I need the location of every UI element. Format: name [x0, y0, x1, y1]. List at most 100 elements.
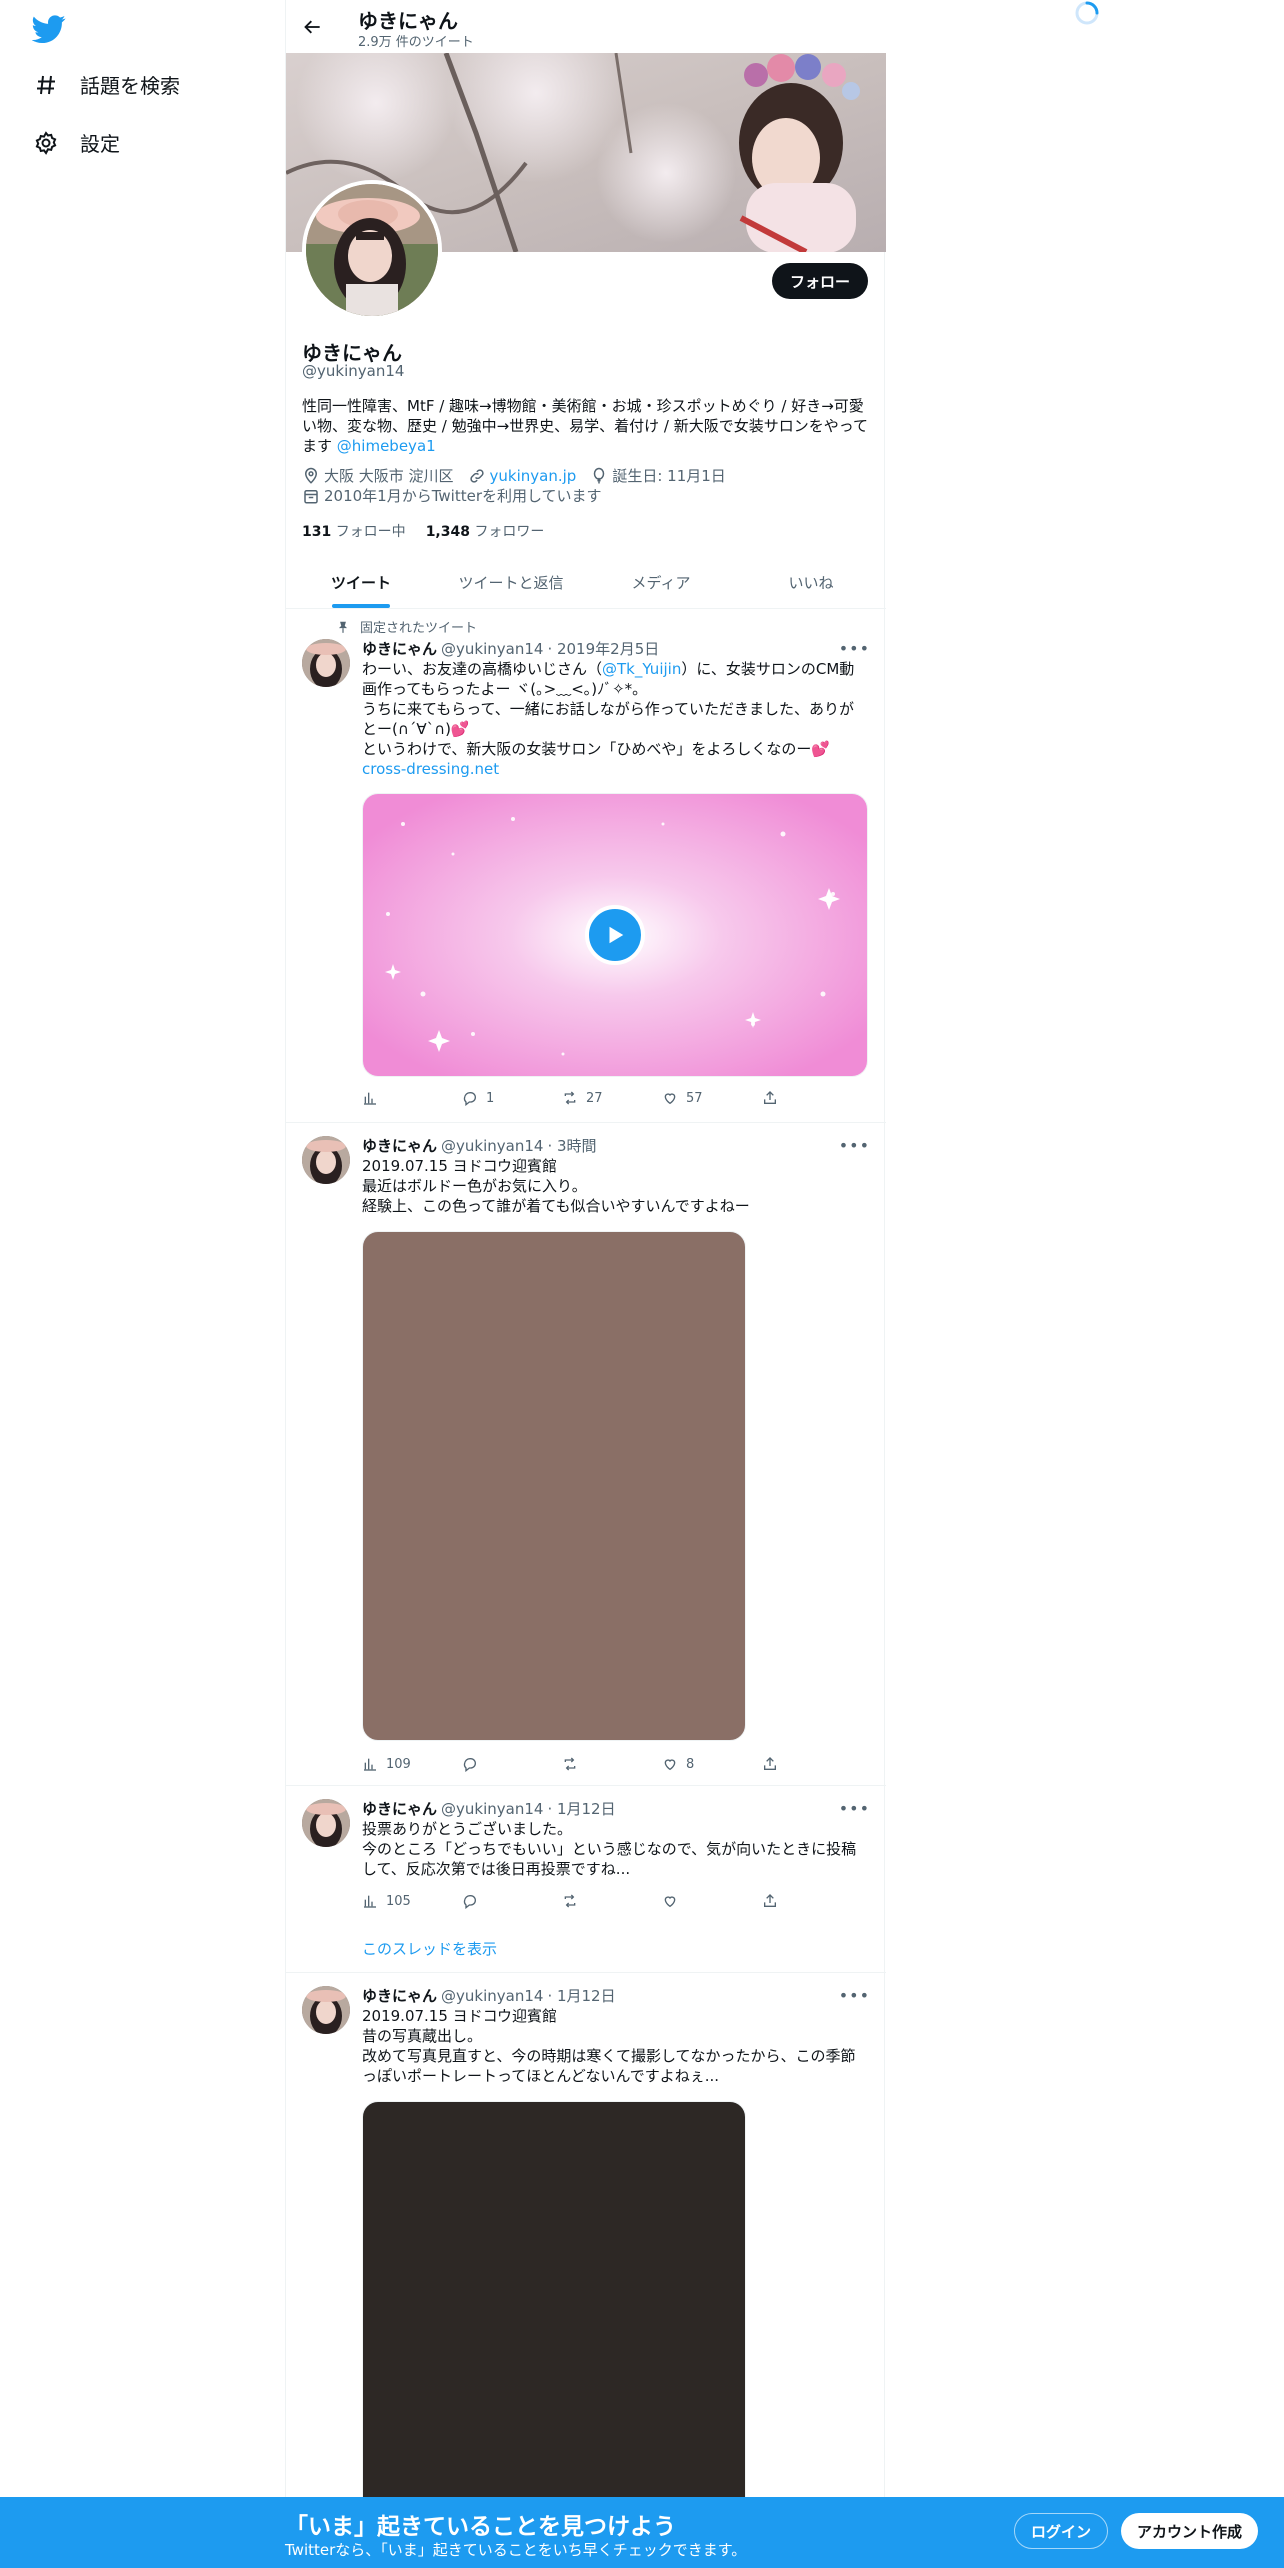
gear-icon: [32, 129, 60, 157]
reply-icon: [463, 1894, 476, 1909]
tweet-pinned[interactable]: 固定されたツイート ••• ゆきにゃん @yukinyan14 · 2019年2…: [286, 609, 886, 1123]
tweet-author-handle[interactable]: @yukinyan14: [441, 1800, 543, 1818]
reply-action[interactable]: 1: [462, 1090, 546, 1106]
tweet-text: 2019.07.15 ヨドコウ迎賓館 最近はボルドー色がお気に入り。 経験上、こ…: [362, 1157, 750, 1215]
tweet-time[interactable]: · 2019年2月5日: [547, 638, 659, 659]
tweet-time[interactable]: · 3時間: [547, 1135, 596, 1156]
views-action[interactable]: 105: [362, 1893, 446, 1909]
tweet-url-link[interactable]: cross-dressing.net: [362, 760, 499, 778]
signup-banner: 「いま」起きていることを見つけよう Twitterなら、「いま」起きていることを…: [0, 2497, 1284, 2568]
location-pin-icon: [304, 467, 318, 484]
profile-website[interactable]: yukinyan.jp: [468, 466, 577, 486]
tweet-time[interactable]: · 1月12日: [547, 1798, 615, 1819]
retweet-action[interactable]: 27: [562, 1090, 646, 1106]
followers-stat[interactable]: 1,348 フォロワー: [426, 521, 545, 541]
page: 話題を検索 設定 ゆきにゃん 2.9万 件のツイート フォロー ゆきにゃん @y…: [0, 0, 1284, 2568]
tweet-item[interactable]: ••• ゆきにゃん @yukinyan14 · 1月12日 投票ありがとうござい…: [286, 1787, 886, 1973]
tab-media[interactable]: メディア: [586, 556, 736, 608]
tweet-text: 投票ありがとうございました。 今のところ「どっちでもいい」という感じなので、気が…: [362, 1820, 857, 1878]
retweet-icon: [564, 1091, 576, 1105]
back-arrow-icon[interactable]: [298, 12, 328, 42]
tweet-video[interactable]: [362, 793, 868, 1077]
heart-icon: [664, 1896, 676, 1908]
tweet-author-name[interactable]: ゆきにゃん: [362, 1135, 437, 1156]
tab-tweets-replies[interactable]: ツイートと返信: [436, 556, 586, 608]
like-action[interactable]: 8: [662, 1756, 746, 1772]
retweet-icon: [564, 1894, 576, 1908]
reply-icon: [463, 1757, 476, 1772]
tweet-author-handle[interactable]: @yukinyan14: [441, 1137, 543, 1155]
share-icon: [764, 1091, 776, 1104]
share-action[interactable]: [762, 1756, 782, 1772]
left-nav: 話題を検索 設定: [0, 0, 285, 2568]
profile-header-bar: ゆきにゃん 2.9万 件のツイート: [286, 0, 886, 53]
balloon-icon: [594, 467, 605, 484]
tweet-mention-link[interactable]: @Tk_Yuijin: [602, 660, 681, 678]
nav-settings-label: 設定: [80, 132, 120, 156]
follow-stats: 131 フォロー中 1,348 フォロワー: [302, 521, 544, 541]
follow-button[interactable]: フォロー: [771, 263, 868, 299]
tweet-item[interactable]: ••• ゆきにゃん @yukinyan14 · 1月12日 2019.07.15…: [286, 1974, 886, 2568]
header-tweet-count: 2.9万 件のツイート: [358, 35, 474, 50]
retweet-action[interactable]: [562, 1756, 646, 1772]
bio-mention-link[interactable]: @himebeya1: [337, 437, 436, 455]
tweet-photo[interactable]: [362, 1231, 746, 1741]
following-stat[interactable]: 131 フォロー中: [302, 521, 406, 541]
reply-action[interactable]: [462, 1893, 546, 1909]
birthday-text: 誕生日: 11月1日: [612, 467, 726, 485]
website-link[interactable]: yukinyan.jp: [490, 466, 577, 486]
show-thread-link[interactable]: このスレッドを表示: [362, 1938, 497, 1959]
nav-explore[interactable]: 話題を検索: [32, 70, 180, 99]
analytics-icon: [364, 1895, 376, 1908]
tweet-author-name[interactable]: ゆきにゃん: [362, 638, 437, 659]
tweet-header: ゆきにゃん @yukinyan14 · 2019年2月5日: [362, 638, 870, 659]
tab-tweets[interactable]: ツイート: [286, 556, 436, 608]
tweet-actions: 109 8: [362, 1756, 782, 1772]
tweet-avatar[interactable]: [302, 1136, 350, 1184]
tweet-author-name[interactable]: ゆきにゃん: [362, 1798, 437, 1819]
share-icon: [764, 1894, 776, 1907]
nav-settings[interactable]: 設定: [32, 128, 120, 157]
signup-button[interactable]: アカウント作成: [1121, 2513, 1259, 2549]
like-action[interactable]: [662, 1893, 746, 1909]
profile-handle: @yukinyan14: [302, 362, 405, 380]
share-icon: [764, 1757, 776, 1770]
views-action[interactable]: 109: [362, 1756, 446, 1772]
like-action[interactable]: 57: [662, 1090, 746, 1106]
tweet-body: ゆきにゃん @yukinyan14 · 1月12日 2019.07.15 ヨドコ…: [362, 1985, 870, 2086]
share-action[interactable]: [762, 1090, 782, 1106]
hashtag-icon: [32, 71, 60, 99]
profile-location: 大阪 大阪市 淀川区: [302, 466, 454, 486]
main-column: ゆきにゃん 2.9万 件のツイート フォロー ゆきにゃん @yukinyan14…: [285, 0, 886, 2568]
profile-bio: 性同一性障害、MtF / 趣味→博物館・美術館・お城・珍スポットめぐり / 好き…: [302, 396, 870, 456]
tweet-header: ゆきにゃん @yukinyan14 · 1月12日: [362, 1798, 870, 1819]
retweet-icon: [564, 1757, 576, 1771]
calendar-icon: [304, 490, 318, 504]
tweet-avatar[interactable]: [302, 1799, 350, 1847]
views-action[interactable]: [362, 1090, 446, 1106]
location-text: 大阪 大阪市 淀川区: [324, 467, 454, 485]
signup-banner-title: 「いま」起きていることを見つけよう: [285, 2514, 676, 2540]
tweet-author-handle[interactable]: @yukinyan14: [441, 640, 543, 658]
tweet-author-name[interactable]: ゆきにゃん: [362, 1985, 437, 2006]
profile-avatar[interactable]: [302, 180, 442, 320]
tweet-item[interactable]: ••• ゆきにゃん @yukinyan14 · 3時間 2019.07.15 ヨ…: [286, 1124, 886, 1786]
tweet-body: ゆきにゃん @yukinyan14 · 1月12日 投票ありがとうございました。…: [362, 1798, 870, 1879]
share-action[interactable]: [762, 1893, 782, 1909]
profile-tabs: ツイート ツイートと返信 メディア いいね: [286, 556, 886, 609]
joined-text: 2010年1月からTwitterを利用しています: [324, 487, 602, 505]
tweet-avatar[interactable]: [302, 1986, 350, 2034]
login-button[interactable]: ログイン: [1014, 2513, 1109, 2549]
tab-likes[interactable]: いいね: [736, 556, 886, 608]
heart-icon: [664, 1759, 676, 1771]
tweet-avatar[interactable]: [302, 639, 350, 687]
twitter-logo-icon[interactable]: [31, 12, 66, 46]
tweet-body: ゆきにゃん @yukinyan14 · 2019年2月5日 わーい、お友達の高橋…: [362, 638, 870, 779]
reply-action[interactable]: [462, 1756, 546, 1772]
tweet-time[interactable]: · 1月12日: [547, 1985, 615, 2006]
tweet-author-handle[interactable]: @yukinyan14: [441, 1987, 543, 2005]
retweet-action[interactable]: [562, 1893, 646, 1909]
play-button-icon[interactable]: [585, 905, 645, 965]
reply-icon: [463, 1091, 476, 1106]
nav-explore-label: 話題を検索: [80, 74, 180, 98]
